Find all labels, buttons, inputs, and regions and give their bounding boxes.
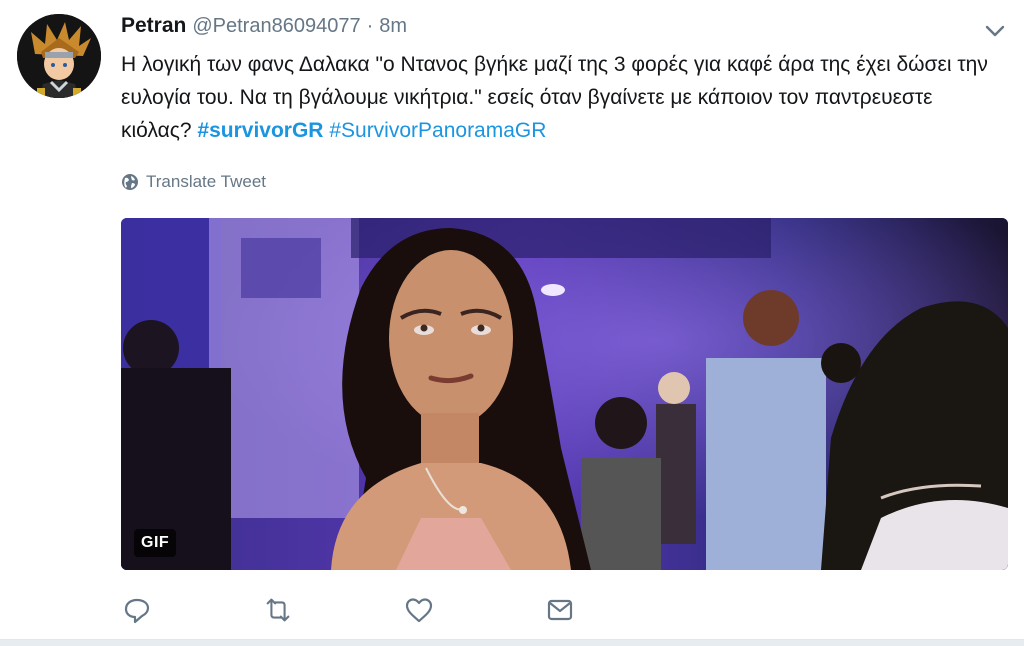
- tweet-text: Η λογική των φανς Δαλακα "ο Ντανος βγήκε…: [121, 48, 1001, 147]
- hashtag-survivorgr[interactable]: #survivorGR: [197, 119, 323, 142]
- chevron-down-icon: [985, 25, 1005, 37]
- tweet-card[interactable]: Petran @Petran86094077 · 8m Η λογική των…: [0, 0, 1024, 640]
- direct-message-icon: [547, 599, 573, 621]
- user-handle[interactable]: @Petran86094077: [192, 15, 360, 38]
- reply-icon: [124, 598, 150, 624]
- gif-image: [121, 218, 1008, 570]
- timeline-divider: [0, 640, 1024, 646]
- globe-icon: [122, 174, 138, 190]
- reply-button[interactable]: [121, 594, 153, 626]
- like-button[interactable]: [403, 594, 435, 626]
- avatar-illustration: [17, 14, 101, 98]
- hashtag-survivorpanoramagr[interactable]: #SurvivorPanoramaGR: [329, 119, 546, 142]
- retweet-button[interactable]: [262, 594, 294, 626]
- tweet-actions: [121, 594, 576, 626]
- retweet-icon: [266, 598, 290, 622]
- translate-label: Translate Tweet: [146, 172, 267, 191]
- gif-media[interactable]: GIF: [121, 218, 1008, 570]
- separator-dot: ·: [366, 15, 374, 37]
- more-options-button[interactable]: [982, 20, 1008, 42]
- timestamp[interactable]: 8m: [379, 15, 407, 38]
- display-name[interactable]: Petran: [121, 14, 186, 38]
- like-icon: [405, 598, 433, 623]
- gif-badge: GIF: [134, 529, 177, 557]
- translate-tweet-link[interactable]: Translate Tweet: [121, 172, 266, 192]
- avatar[interactable]: [17, 14, 101, 98]
- direct-message-button[interactable]: [544, 594, 576, 626]
- tweet-header: Petran @Petran86094077 · 8m: [121, 14, 407, 44]
